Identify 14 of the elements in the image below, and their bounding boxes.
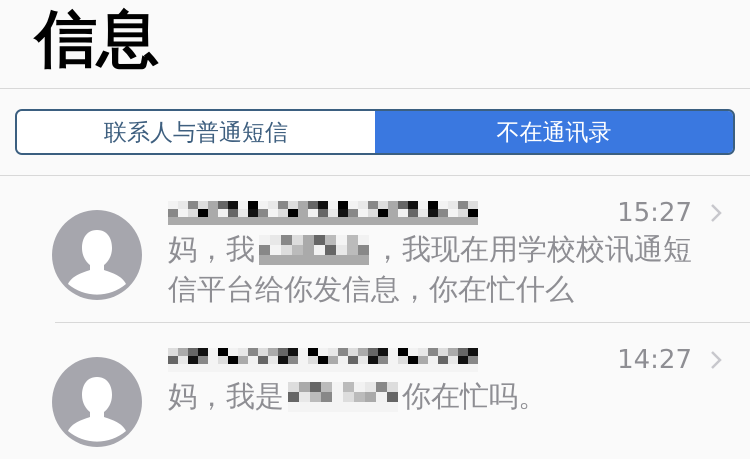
message-preview: 妈，我是 (168, 379, 284, 413)
message-time: 15:27 (617, 198, 692, 228)
avatar-icon (52, 357, 142, 447)
message-preview: ，我现在用学校校讯通短 (373, 232, 692, 266)
chevron-icon (710, 350, 722, 370)
segment-tab[interactable]: 联系人与普通短信 (17, 111, 375, 153)
page-title: 信息 (32, 1, 160, 77)
message-preview: 信平台给你发信息，你在忙什么 (168, 272, 574, 306)
segment-tab[interactable]: 不在通讯录 (375, 111, 733, 153)
message-time: 14:27 (617, 345, 692, 375)
message-preview: 妈，我 (168, 232, 255, 266)
message-preview: 你在忙吗。 (402, 379, 547, 413)
avatar-icon (52, 210, 142, 300)
chevron-icon (710, 203, 722, 223)
